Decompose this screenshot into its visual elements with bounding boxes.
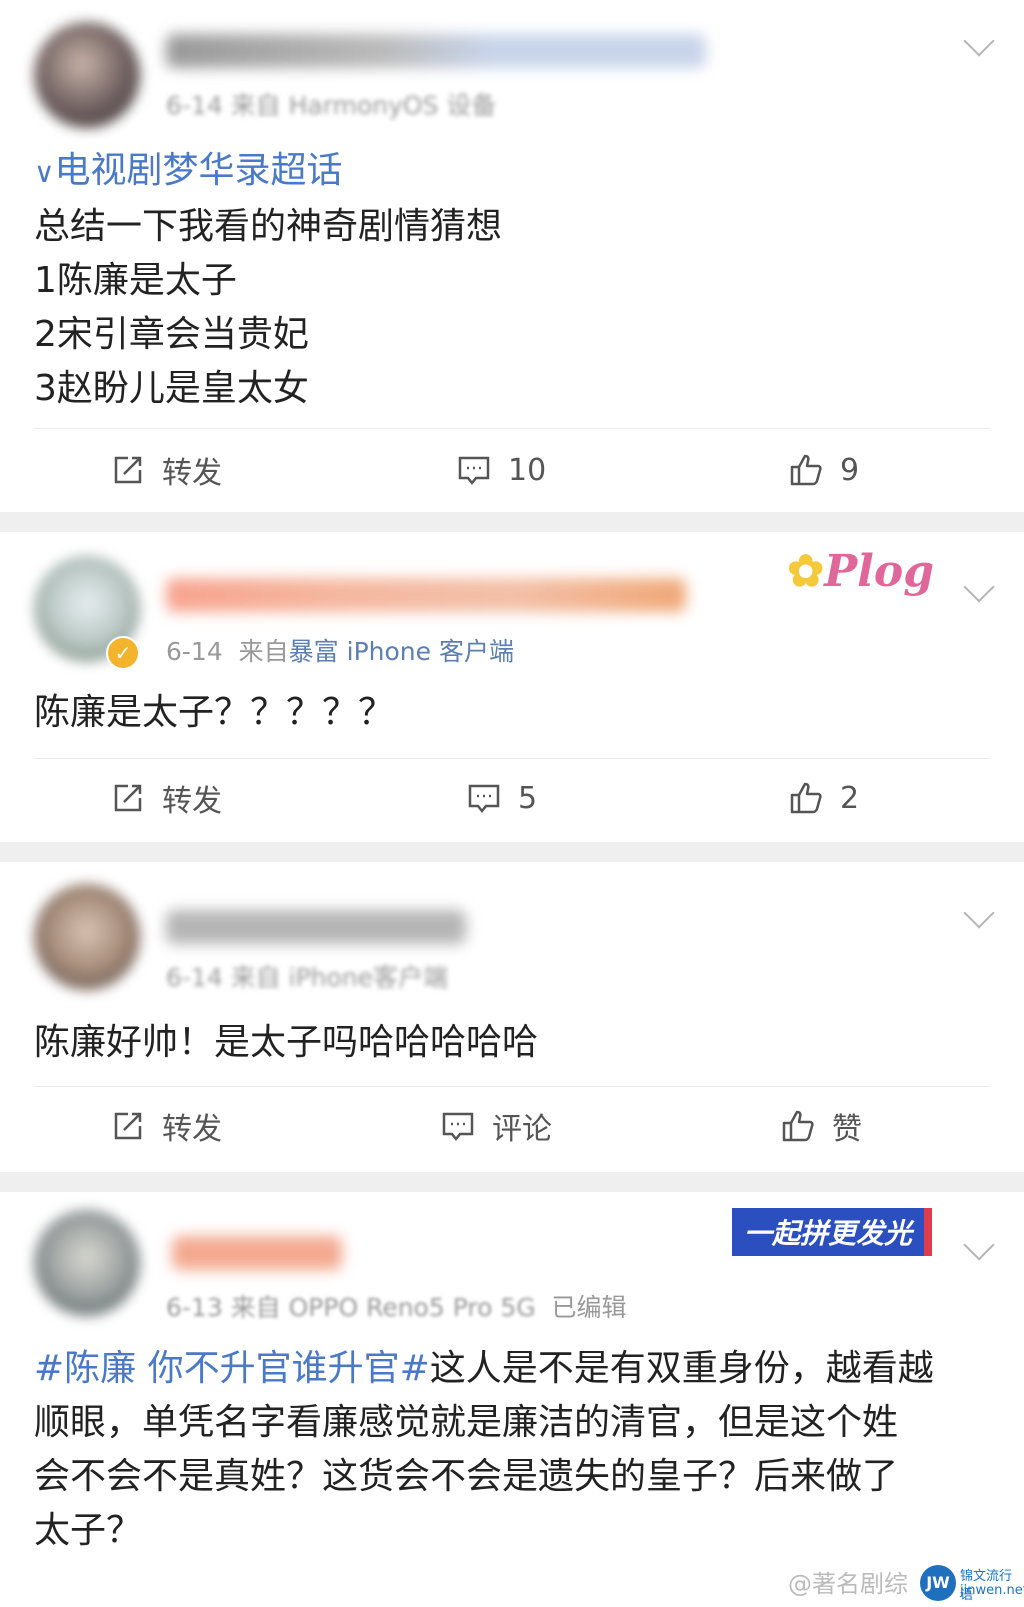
repost-icon [114, 1112, 142, 1140]
comment-button[interactable]: 10 [456, 440, 546, 500]
username-blurred[interactable] [166, 578, 686, 612]
post-meta: 6-14 来自 HarmonyOS 设备 [166, 91, 497, 120]
supertopic-icon: ∨ [34, 156, 55, 189]
repost-icon [114, 784, 142, 812]
username-blurred[interactable] [166, 910, 466, 944]
post-separator [0, 842, 1024, 862]
thumbs-up-icon [782, 1110, 814, 1142]
post-content: 陈廉好帅！是太子吗哈哈哈哈哈 [34, 1022, 539, 1063]
site-logo: JW 锦文流行语 jinwen.net [920, 1563, 1024, 1603]
client-source-link[interactable]: 暴富 iPhone 客户端 [289, 637, 514, 666]
repost-button[interactable]: 转发 [110, 768, 222, 828]
post-4: 6-13 来自 OPPO Reno5 Pro 5G 已编辑 一起拼更发光 #陈廉… [0, 1192, 1024, 1607]
flower-icon: ✿ [787, 546, 825, 597]
jw-logo-icon: JW [920, 1565, 956, 1601]
watermark: @著名剧综 [788, 1570, 908, 1598]
post-meta: 6-14 来自暴富 iPhone 客户端 [166, 637, 514, 666]
thumbs-up-icon [790, 782, 822, 814]
post-meta: 6-14 来自 iPhone客户端 [166, 963, 449, 992]
action-bar: 转发 5 2 [0, 768, 1024, 828]
comment-icon [468, 784, 500, 814]
repost-button[interactable]: 转发 [110, 440, 222, 500]
post-content: ∨电视剧梦华录超话 总结一下我看的神奇剧情猜想 1陈廉是太子 2宋引章会当贵妃 … [34, 144, 990, 416]
comment-button[interactable]: 5 [466, 768, 537, 828]
repost-button[interactable]: 转发 [110, 1096, 222, 1156]
comment-icon [442, 1112, 474, 1142]
avatar[interactable] [34, 22, 140, 128]
comment-icon [458, 456, 490, 486]
divider [34, 758, 990, 759]
post-meta: 6-13 来自 OPPO Reno5 Pro 5G 已编辑 [166, 1293, 627, 1322]
divider [34, 1086, 990, 1087]
avatar[interactable] [34, 1210, 140, 1316]
like-button[interactable]: 2 [788, 768, 859, 828]
post-content: 陈廉是太子？？？？？ [34, 692, 395, 733]
verified-badge-icon: ✓ [106, 636, 140, 670]
hashtag-link[interactable]: #陈廉 你不升官谁升官# [34, 1348, 430, 1389]
thumbs-up-icon [790, 454, 822, 486]
chevron-down-icon[interactable] [963, 897, 995, 929]
post-content: #陈廉 你不升官谁升官#这人是不是有双重身份，越看越 顺眼，单凭名字看廉感觉就是… [34, 1348, 934, 1551]
like-button[interactable]: 9 [788, 440, 859, 500]
chevron-down-icon[interactable] [963, 1229, 995, 1261]
plog-badge: ✿Plog [787, 546, 934, 597]
supertopic-link[interactable]: ∨电视剧梦华录超话 [34, 144, 990, 200]
chevron-down-icon[interactable] [963, 25, 995, 57]
repost-icon [114, 456, 142, 484]
divider [34, 428, 990, 429]
event-badge: 一起拼更发光 [731, 1208, 932, 1256]
post-1: 6-14 来自 HarmonyOS 设备 ∨电视剧梦华录超话 总结一下我看的神奇… [0, 0, 1024, 512]
action-bar: 转发 10 9 [0, 440, 1024, 500]
username-blurred[interactable] [166, 34, 706, 68]
comment-button[interactable]: 评论 [440, 1096, 552, 1156]
username-blurred[interactable] [172, 1236, 342, 1270]
post-separator [0, 512, 1024, 532]
post-3: 6-14 来自 iPhone客户端 陈廉好帅！是太子吗哈哈哈哈哈 转发 评论 赞 [0, 862, 1024, 1172]
like-button[interactable]: 赞 [780, 1096, 862, 1156]
post-separator [0, 1172, 1024, 1192]
chevron-down-icon[interactable] [963, 571, 995, 603]
avatar[interactable] [34, 884, 140, 990]
action-bar: 转发 评论 赞 [0, 1096, 1024, 1156]
post-2: ✓ 6-14 来自暴富 iPhone 客户端 ✿Plog 陈廉是太子？？？？？ … [0, 532, 1024, 842]
